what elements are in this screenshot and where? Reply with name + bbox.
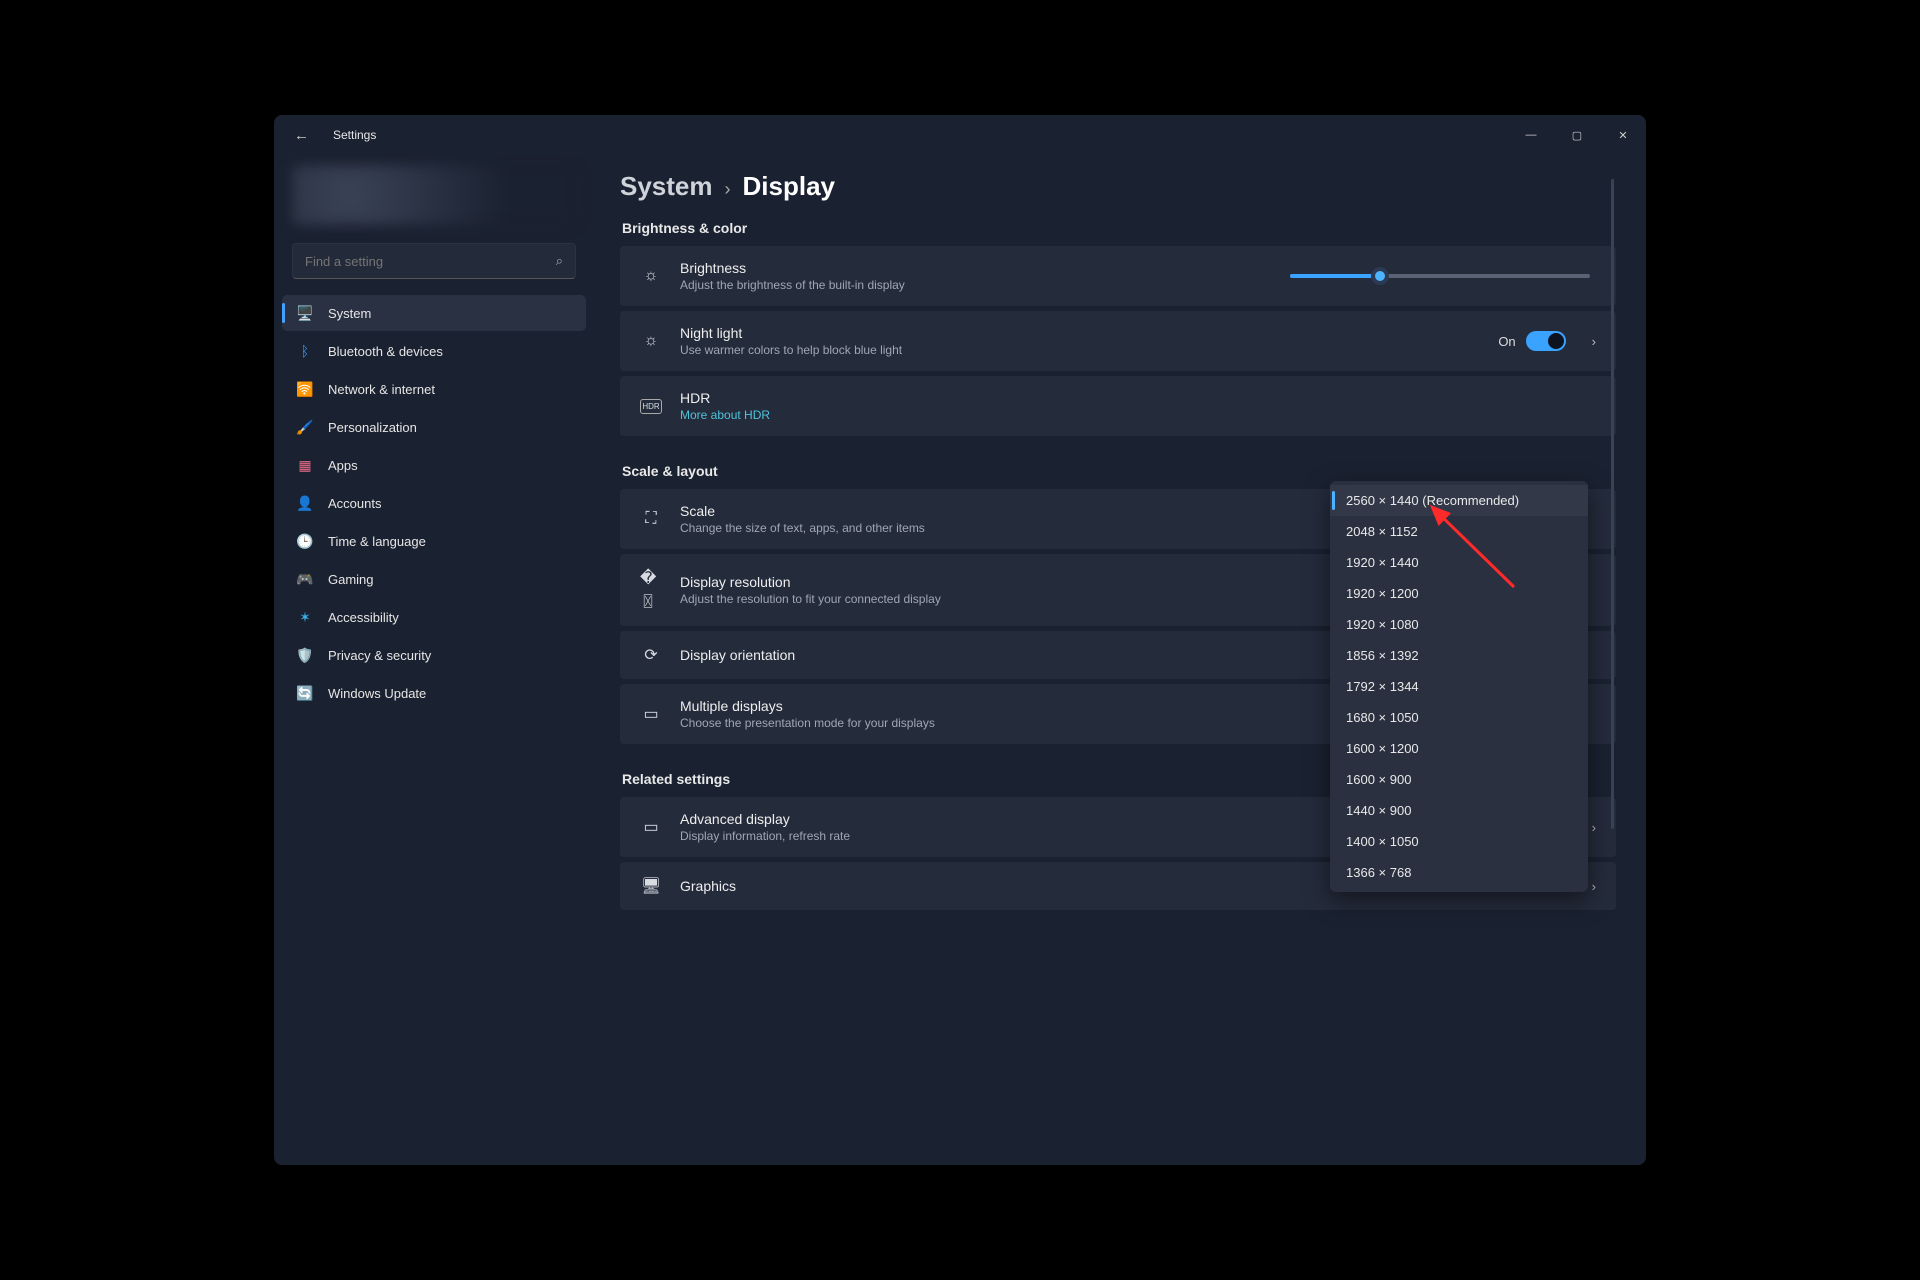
nav-label: Time & language [328,534,426,549]
nav-label: Apps [328,458,358,473]
chevron-right-icon: › [725,179,731,200]
titlebar: ← Settings — ▢ ✕ [274,115,1646,155]
nav-icon: 🔄 [296,684,314,702]
main-pane: System › Display Brightness & color ☼ Br… [594,155,1646,1165]
resolution-option[interactable]: 1856 × 1392 [1330,640,1588,671]
scrollbar[interactable] [1611,179,1614,829]
section-scale-layout: Scale & layout [622,463,1616,479]
search-icon: ⌕ [556,253,563,269]
hdr-title: HDR [680,390,1596,406]
resolution-option[interactable]: 1920 × 1080 [1330,609,1588,640]
sidebar: ⌕ 🖥️ System ᛒ Bluetooth & devices 🛜 Network &… [274,155,594,1165]
scale-icon: ⛶ [640,510,662,528]
chevron-right-icon[interactable]: › [1584,334,1596,349]
night-light-icon: ☼ [640,332,662,350]
resolution-option[interactable]: 1680 × 1050 [1330,702,1588,733]
nav-list: 🖥️ System ᛒ Bluetooth & devices 🛜 Network & i… [282,295,586,711]
nav-label: Personalization [328,420,417,435]
sidebar-item-personalization[interactable]: 🖌️ Personalization [282,409,586,445]
brightness-card[interactable]: ☼ Brightness Adjust the brightness of th… [620,246,1616,307]
nav-icon: 🛡️ [296,646,314,664]
sidebar-item-gaming[interactable]: 🎮 Gaming [282,561,586,597]
profile-card[interactable] [292,165,576,225]
brightness-title: Brightness [680,260,1272,276]
nav-icon: ᛒ [296,342,314,360]
sidebar-item-system[interactable]: 🖥️ System [282,295,586,331]
section-brightness-color: Brightness & color [622,220,1616,236]
sidebar-item-windows-update[interactable]: 🔄 Windows Update [282,675,586,711]
back-button[interactable]: ← [284,123,319,148]
nav-icon: 👤 [296,494,314,512]
app-title: Settings [333,128,376,142]
resolution-option[interactable]: 1600 × 1200 [1330,733,1588,764]
breadcrumb-current: Display [743,171,836,202]
nav-icon: 🖌️ [296,418,314,436]
sidebar-item-accessibility[interactable]: ✶ Accessibility [282,599,586,635]
nav-label: Network & internet [328,382,435,397]
nav-label: Accounts [328,496,381,511]
search-input[interactable] [305,254,556,269]
search-box[interactable]: ⌕ [292,243,576,279]
sidebar-item-time-language[interactable]: 🕒 Time & language [282,523,586,559]
nav-label: Privacy & security [328,648,431,663]
settings-window: ← Settings — ▢ ✕ ⌕ 🖥️ System ᛒ Bluetooth & … [274,115,1646,1165]
nav-label: Windows Update [328,686,426,701]
sidebar-item-network-internet[interactable]: 🛜 Network & internet [282,371,586,407]
nav-icon: 🖥️ [296,304,314,322]
resolution-option[interactable]: 1920 × 1200 [1330,578,1588,609]
slider-thumb[interactable] [1371,267,1389,285]
night-light-subtitle: Use warmer colors to help block blue lig… [680,343,1480,357]
night-light-card[interactable]: ☼ Night light Use warmer colors to help … [620,311,1616,372]
multiple-displays-icon: ▭ [640,704,662,724]
hdr-link[interactable]: More about HDR [680,408,770,422]
advanced-display-icon: ▭ [640,817,662,837]
hdr-icon: HDR [640,399,662,414]
resolution-option[interactable]: 1792 × 1344 [1330,671,1588,702]
close-button[interactable]: ✕ [1600,119,1646,151]
resolution-option[interactable]: 1440 × 900 [1330,795,1588,826]
nav-label: Gaming [328,572,374,587]
window-controls: — ▢ ✕ [1508,119,1646,151]
resolution-option[interactable]: 1400 × 1050 [1330,826,1588,857]
sidebar-item-bluetooth-devices[interactable]: ᛒ Bluetooth & devices [282,333,586,369]
sidebar-item-accounts[interactable]: 👤 Accounts [282,485,586,521]
brightness-subtitle: Adjust the brightness of the built-in di… [680,278,1272,292]
maximize-button[interactable]: ▢ [1554,119,1600,151]
nav-icon: 🕒 [296,532,314,550]
nav-label: System [328,306,371,321]
resolution-option[interactable]: 1600 × 900 [1330,764,1588,795]
nav-label: Bluetooth & devices [328,344,443,359]
nav-label: Accessibility [328,610,399,625]
night-light-state: On [1498,334,1515,349]
nav-icon: 🎮 [296,570,314,588]
resolution-option[interactable]: 2560 × 1440 (Recommended) [1330,485,1588,516]
resolution-option[interactable]: 2048 × 1152 [1330,516,1588,547]
resolution-icon: �〿 [640,568,662,612]
sidebar-item-apps[interactable]: ▦ Apps [282,447,586,483]
hdr-card[interactable]: HDR HDR More about HDR [620,376,1616,437]
night-light-toggle[interactable] [1526,331,1566,351]
breadcrumb: System › Display [620,171,1616,202]
orientation-icon: ⟳ [640,645,662,665]
minimize-button[interactable]: — [1508,119,1554,151]
sidebar-item-privacy-security[interactable]: 🛡️ Privacy & security [282,637,586,673]
resolution-option[interactable]: 1366 × 768 [1330,857,1588,888]
nav-icon: 🛜 [296,380,314,398]
brightness-slider[interactable] [1290,274,1590,278]
nav-icon: ▦ [296,456,314,474]
graphics-icon: 🖥 [640,876,662,896]
resolution-dropdown[interactable]: 2560 × 1440 (Recommended)2048 × 11521920… [1330,481,1588,892]
night-light-title: Night light [680,325,1480,341]
sun-icon: ☼ [640,267,662,285]
breadcrumb-parent[interactable]: System [620,171,713,202]
nav-icon: ✶ [296,608,314,626]
resolution-option[interactable]: 1920 × 1440 [1330,547,1588,578]
